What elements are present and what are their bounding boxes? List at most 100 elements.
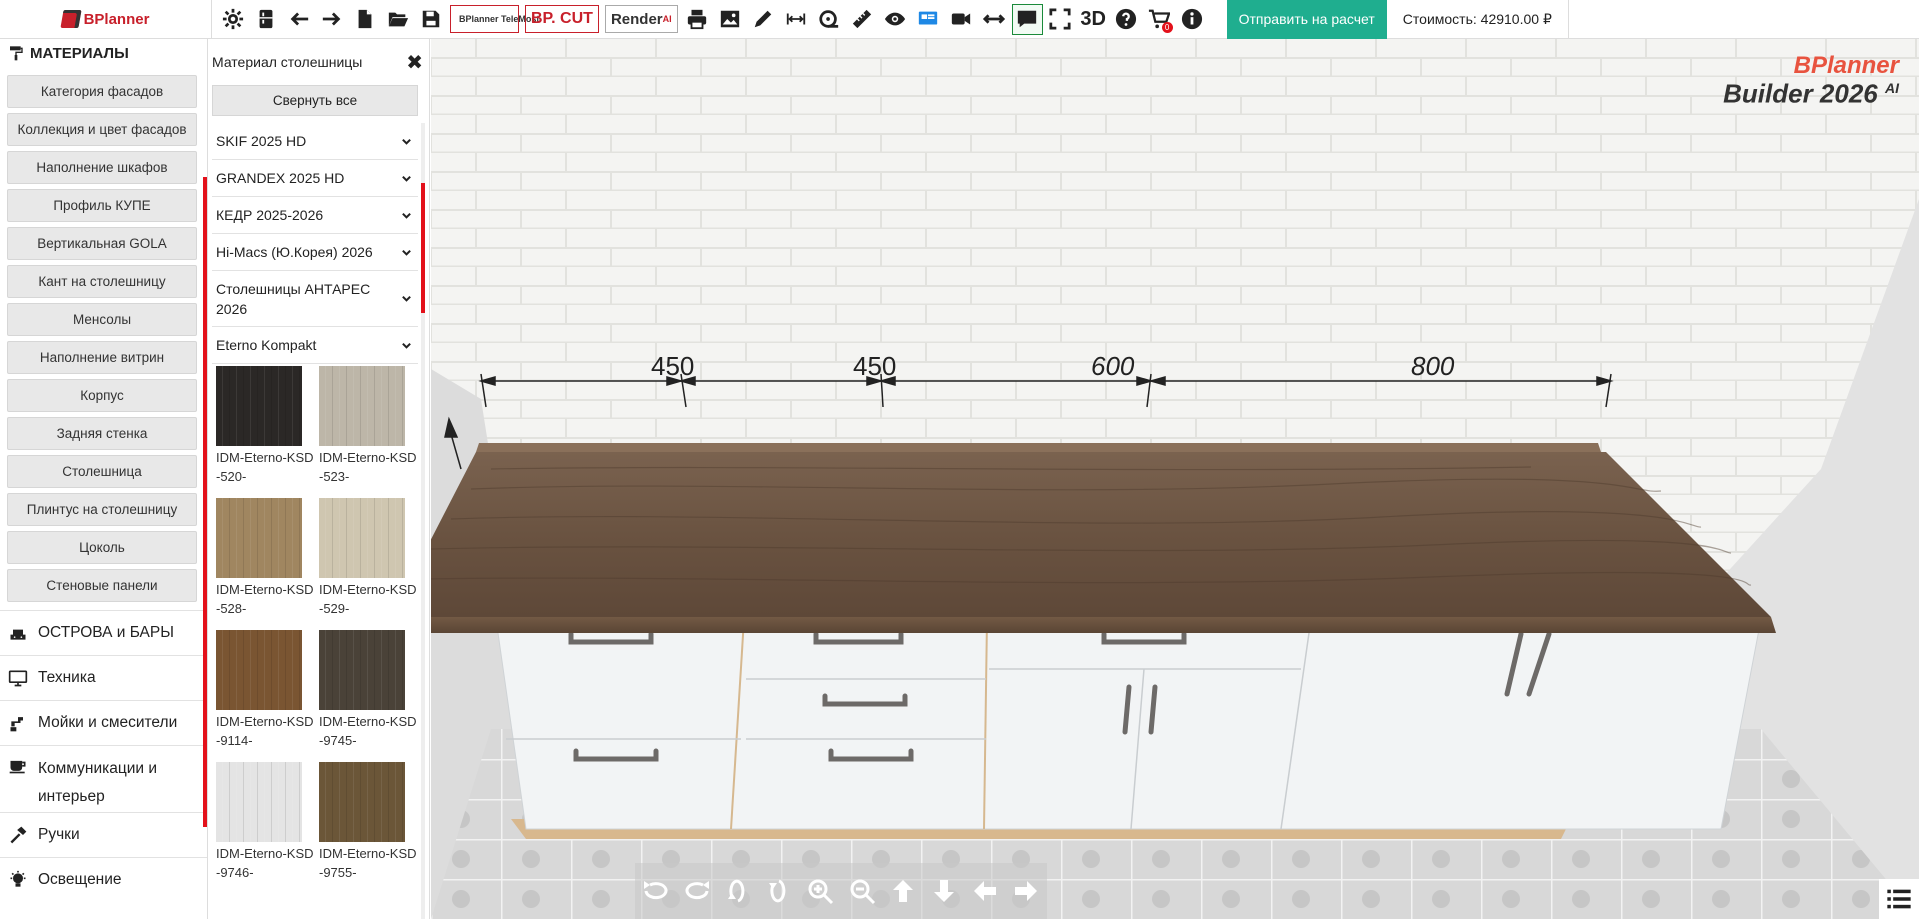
material-category-button[interactable]: Корпус xyxy=(7,379,197,412)
material-group-label: Столешницы АНТАРЕС 2026 xyxy=(216,280,371,317)
swatch-label: IDM-Eterno-KSD-529- xyxy=(319,582,417,616)
video-camera-icon[interactable] xyxy=(946,4,977,35)
eye-icon[interactable] xyxy=(880,4,911,35)
material-category-button[interactable]: Вертикальная GOLA xyxy=(7,227,197,260)
countertop[interactable] xyxy=(431,452,1771,617)
tape-measure-icon[interactable] xyxy=(814,4,845,35)
fridge-icon[interactable] xyxy=(250,4,281,35)
cart-icon[interactable]: 0 xyxy=(1144,4,1175,35)
info-icon[interactable] xyxy=(1177,4,1208,35)
material-category-button[interactable]: Кант на столешницу xyxy=(7,265,197,298)
cart-count-badge: 0 xyxy=(1161,21,1173,33)
arrow-right-icon[interactable] xyxy=(1006,871,1046,911)
material-group-accordion[interactable]: КЕДР 2025-2026 xyxy=(212,197,418,234)
category-item[interactable]: Ручки xyxy=(0,812,207,857)
dimension-icon[interactable] xyxy=(781,4,812,35)
material-group-accordion[interactable]: SKIF 2025 HD xyxy=(212,123,418,160)
material-category-button[interactable]: Столешница xyxy=(7,455,197,488)
material-group-accordion[interactable]: Eterno Kompakt xyxy=(212,327,418,364)
swatch-label: IDM-Eterno-KSD-520- xyxy=(216,450,314,484)
monitor-icon xyxy=(8,670,28,687)
material-category-button[interactable]: Профиль КУПЕ xyxy=(7,189,197,222)
bp-cut-label: BP. CUT xyxy=(531,10,593,27)
material-panel-scrollbar[interactable] xyxy=(421,123,425,919)
chat-icon[interactable] xyxy=(1011,3,1043,35)
material-category-button[interactable]: Коллекция и цвет фасадов xyxy=(7,113,197,146)
new-file-icon[interactable] xyxy=(349,4,380,35)
fullscreen-icon[interactable] xyxy=(1045,4,1076,35)
send-for-calculation-button[interactable]: Отправить на расчет xyxy=(1226,0,1387,39)
material-group-accordion[interactable]: Hi-Macs (Ю.Корея) 2026 xyxy=(212,234,418,271)
swatch-grid: IDM-Eterno-KSD-520- IDM-Eterno-KSD-523- ID… xyxy=(212,364,418,894)
material-group-accordion[interactable]: Столешницы АНТАРЕС 2026 xyxy=(212,271,418,327)
render-ai-button[interactable]: Render AI xyxy=(604,5,678,33)
zoom-in-icon[interactable] xyxy=(800,871,840,911)
material-swatch[interactable]: IDM-Eterno-KSD-529- xyxy=(319,498,418,630)
material-swatch[interactable]: IDM-Eterno-KSD-520- xyxy=(216,366,315,498)
rotate-right-icon[interactable] xyxy=(677,871,717,911)
dimension-label: 450 xyxy=(651,351,695,381)
material-category-button[interactable]: Наполнение шкафов xyxy=(7,151,197,184)
material-swatch[interactable]: IDM-Eterno-KSD-9755- xyxy=(319,762,418,894)
left-menu-scroll-indicator[interactable] xyxy=(203,177,207,827)
material-category-button[interactable]: Наполнение витрин xyxy=(7,341,197,374)
list-icon[interactable] xyxy=(1879,879,1919,919)
lightbulb-icon xyxy=(10,870,26,887)
pencil-icon[interactable] xyxy=(748,4,779,35)
swatch-image xyxy=(319,366,405,446)
image-icon[interactable] xyxy=(715,4,746,35)
category-item[interactable]: Освещение xyxy=(0,857,207,902)
bplanner-logo[interactable]: BPlanner xyxy=(59,10,149,28)
chevron-down-icon xyxy=(402,212,411,219)
swap-arrows-icon[interactable] xyxy=(979,4,1010,35)
material-category-button[interactable]: Плинтус на столешницу xyxy=(7,493,197,526)
material-category-button[interactable]: Категория фасадов xyxy=(7,75,197,108)
zoom-out-icon[interactable] xyxy=(842,871,882,911)
close-icon[interactable]: ✖ xyxy=(406,50,423,75)
chevron-down-icon xyxy=(402,249,411,256)
three-d-button[interactable]: 3D xyxy=(1078,4,1109,35)
telemost-button[interactable]: BPlanner TeleMost xyxy=(450,5,539,33)
rotate-left-icon[interactable] xyxy=(636,871,676,911)
material-category-button[interactable]: Стеновые панели xyxy=(7,569,197,602)
category-item[interactable]: Техника xyxy=(0,655,207,700)
gear-icon[interactable] xyxy=(217,4,248,35)
open-folder-icon[interactable] xyxy=(382,4,413,35)
arrow-left-icon[interactable] xyxy=(965,871,1005,911)
category-item[interactable]: Коммуникации и интерьер xyxy=(0,745,207,812)
materials-section-title[interactable]: МАТЕРИАЛЫ xyxy=(0,39,207,67)
rotate-down-icon[interactable] xyxy=(759,871,799,911)
chevron-down-icon xyxy=(402,138,411,145)
material-swatch[interactable]: IDM-Eterno-KSD-9114- xyxy=(216,630,315,762)
save-icon[interactable] xyxy=(415,4,446,35)
ruler-icon[interactable] xyxy=(847,4,878,35)
arrow-up-icon[interactable] xyxy=(883,871,923,911)
screen-icon[interactable] xyxy=(913,4,944,35)
material-category-button[interactable]: Задняя стенка xyxy=(7,417,197,450)
rotate-up-icon[interactable] xyxy=(718,871,758,911)
faucet-icon xyxy=(10,717,23,732)
category-item[interactable]: ОСТРОВА и БАРЫ xyxy=(0,610,207,655)
logo-mark-icon xyxy=(59,10,82,28)
chevron-down-icon xyxy=(402,175,411,182)
3d-viewport[interactable]: 450 450 600 800 BPlanner Builder 2026 AI xyxy=(431,39,1919,919)
category-item[interactable]: Мойки и смесители xyxy=(0,700,207,745)
material-group-accordion[interactable]: GRANDEX 2025 HD xyxy=(212,160,418,197)
material-swatch[interactable]: IDM-Eterno-KSD-523- xyxy=(319,366,418,498)
redo-icon[interactable] xyxy=(316,4,347,35)
material-swatch[interactable]: IDM-Eterno-KSD-528- xyxy=(216,498,315,630)
materials-title-text: МАТЕРИАЛЫ xyxy=(30,44,129,62)
bp-cut-button[interactable]: BP. CUT xyxy=(525,5,599,33)
collapse-all-button[interactable]: Свернуть все xyxy=(212,85,418,116)
material-category-button[interactable]: Цоколь xyxy=(7,531,197,564)
material-swatch[interactable]: IDM-Eterno-KSD-9745- xyxy=(319,630,418,762)
undo-icon[interactable] xyxy=(283,4,314,35)
help-icon[interactable] xyxy=(1111,4,1142,35)
print-icon[interactable] xyxy=(682,4,713,35)
material-swatch[interactable]: IDM-Eterno-KSD-9746- xyxy=(216,762,315,894)
material-panel-title: Материал столешницы xyxy=(212,54,363,70)
arrow-down-icon[interactable] xyxy=(924,871,964,911)
material-category-button[interactable]: Менсолы xyxy=(7,303,197,336)
watermark-line2: Builder 2026 AI xyxy=(1723,78,1899,109)
scrollbar-thumb[interactable] xyxy=(421,183,425,313)
